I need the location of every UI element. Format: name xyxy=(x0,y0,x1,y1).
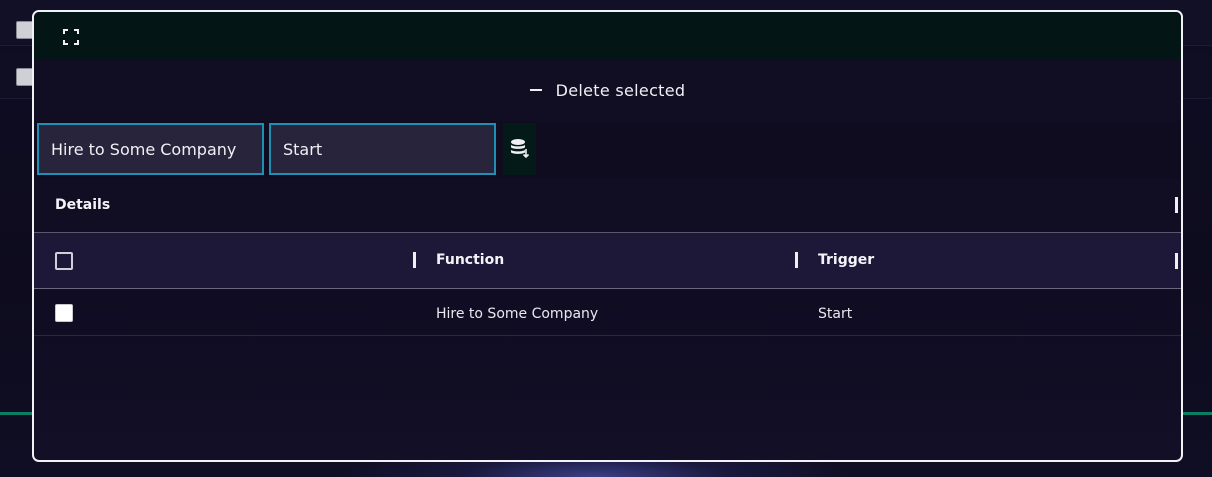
table-row[interactable]: Hire to Some Company Start xyxy=(34,289,1181,336)
delete-selected-label: Delete selected xyxy=(555,80,686,100)
details-section-header: Details xyxy=(34,179,1181,233)
row-trigger-cell: Start xyxy=(818,306,853,322)
column-resize-handle[interactable] xyxy=(413,252,416,268)
database-export-button[interactable] xyxy=(503,123,536,175)
database-export-icon xyxy=(510,139,529,159)
details-modal: Delete selected Details Function Trigger… xyxy=(32,10,1183,462)
column-header-trigger[interactable]: Trigger xyxy=(818,252,874,268)
minus-icon xyxy=(529,89,542,91)
details-label: Details xyxy=(55,197,111,213)
delete-selected-button[interactable]: Delete selected xyxy=(34,59,1181,121)
column-resize-handle[interactable] xyxy=(1175,197,1178,213)
modal-header xyxy=(34,12,1181,59)
select-all-checkbox[interactable] xyxy=(55,252,73,270)
filter-row xyxy=(34,121,1181,179)
column-resize-handle[interactable] xyxy=(1175,253,1178,269)
table-header: Function Trigger xyxy=(34,233,1181,289)
function-filter-input[interactable] xyxy=(37,123,264,175)
background-accent-line xyxy=(0,412,34,415)
expand-icon[interactable] xyxy=(63,29,79,45)
column-resize-handle[interactable] xyxy=(795,252,798,268)
column-header-function[interactable]: Function xyxy=(436,252,504,268)
trigger-filter-input[interactable] xyxy=(269,123,496,175)
row-checkbox[interactable] xyxy=(55,304,73,322)
background-accent-line xyxy=(1182,412,1212,415)
row-function-cell: Hire to Some Company xyxy=(436,306,599,322)
